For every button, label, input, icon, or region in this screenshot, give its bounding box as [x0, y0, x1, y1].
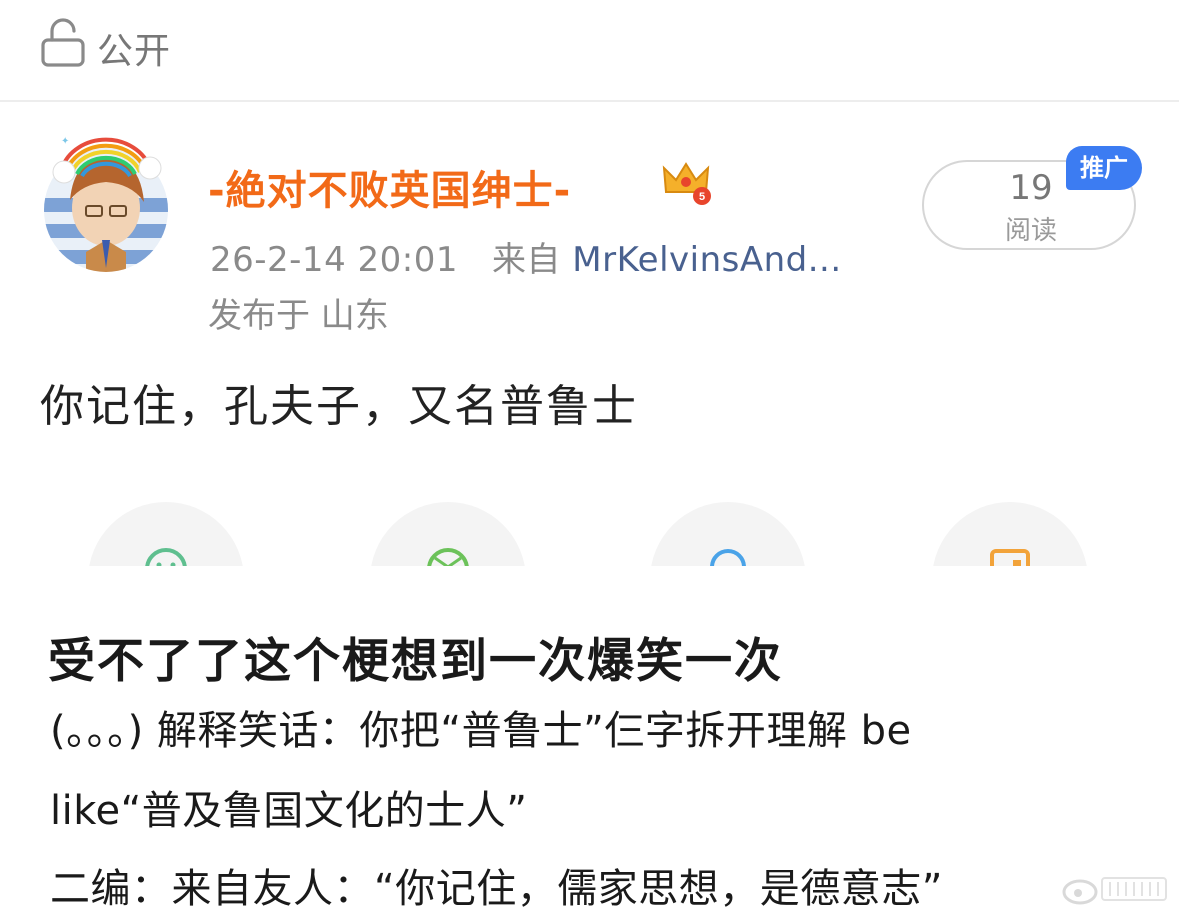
crown-icon[interactable]: 5 — [660, 158, 712, 206]
search-icon — [710, 549, 746, 566]
post-meta: 26-2-14 20:01 来自 MrKelvinsAnd... — [210, 232, 842, 281]
smile-icon — [145, 548, 187, 566]
caption-line-1: (。。。) 解释笑话：你把“普鲁士”仨字拆开理解 be — [50, 708, 912, 754]
action-button-4[interactable] — [932, 502, 1088, 566]
watermark-logo — [1062, 877, 1167, 905]
svg-text:✦: ✦ — [61, 136, 69, 147]
caption-line-3: 二编：来自友人：“你记住，儒家思想，是德意志” — [50, 866, 943, 912]
crown-level: 5 — [699, 191, 705, 203]
avatar[interactable]: ✦ — [40, 128, 172, 278]
top-bar: 公开 — [0, 0, 1179, 100]
caption-title: 受不了了这个梗想到一次爆笑一次 — [48, 634, 783, 689]
visibility-label[interactable]: 公开 — [97, 22, 171, 74]
source-prefix: 来自 — [491, 240, 561, 280]
action-row — [0, 480, 1179, 566]
username[interactable]: -絶对不败英国绅士- — [208, 158, 571, 216]
read-label: 阅读 — [1004, 216, 1057, 246]
promo-tag[interactable]: 推广 — [1066, 146, 1142, 190]
divider — [0, 100, 1179, 102]
action-button-3[interactable] — [650, 502, 806, 566]
action-button-2[interactable] — [370, 502, 526, 566]
caption-area: 受不了了这个梗想到一次爆笑一次 (。。。) 解释笑话：你把“普鲁士”仨字拆开理解… — [0, 566, 1179, 921]
aperture-icon — [427, 548, 469, 566]
unlock-icon — [41, 18, 85, 67]
post-timestamp: 26-2-14 20:01 — [210, 240, 458, 280]
source-app-link[interactable]: MrKelvinsAnd... — [572, 240, 841, 280]
caption-line-2: like“普及鲁国文化的士人” — [50, 788, 528, 834]
post-text: 你记住，孔夫子，又名普鲁士 — [40, 381, 638, 432]
post-location: 发布于 山东 — [208, 296, 389, 336]
screenshot: 公开 ✦ -絶对不败英国绅士- 5 26-2-14 20:01 来自 MrKel… — [0, 0, 1179, 921]
action-button-1[interactable] — [88, 502, 244, 566]
box-icon — [990, 549, 1030, 566]
